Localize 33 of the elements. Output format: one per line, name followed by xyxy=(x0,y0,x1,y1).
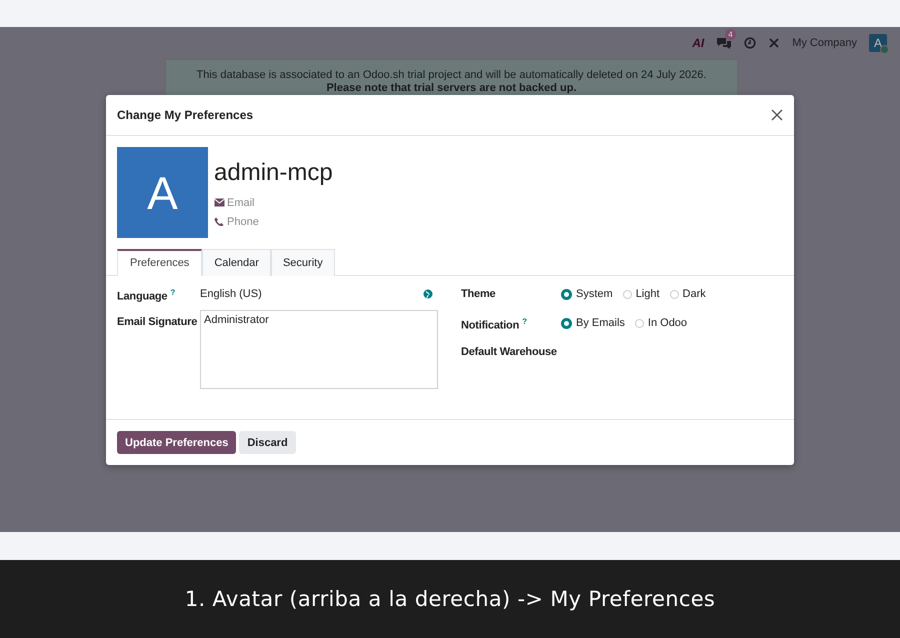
banner-text: This database is associated to an Odoo.sh trial project and will be automatically deleted on 24 July 2026. xyxy=(196,69,708,82)
field-label: Theme xyxy=(461,288,496,300)
radio-option[interactable]: System xyxy=(561,288,613,300)
discard-button[interactable]: Discard xyxy=(239,431,296,454)
field-label: Notification xyxy=(461,320,520,332)
chat-icon[interactable] xyxy=(716,36,732,50)
radio-option[interactable]: By Emails xyxy=(561,317,625,329)
field-label: Language xyxy=(117,290,168,303)
signature-field[interactable]: Administrator xyxy=(200,310,438,389)
status-dot xyxy=(880,45,889,54)
caption-text: 1. Avatar (arriba a la derecha) -> My Preferences xyxy=(184,587,716,611)
dialog-title: Change My Preferences xyxy=(117,108,254,122)
phone-icon xyxy=(214,217,225,226)
notification-badge: 4 xyxy=(725,29,736,40)
envelope-icon xyxy=(214,198,225,207)
radio-option[interactable]: In Odoo xyxy=(634,317,688,329)
user-avatar[interactable]: A xyxy=(117,147,208,238)
language-select[interactable]: English (US) xyxy=(200,288,262,300)
tab[interactable]: Preferences xyxy=(117,249,202,276)
close-button[interactable] xyxy=(770,108,784,122)
tab[interactable]: Security xyxy=(270,249,335,276)
tab[interactable]: Calendar xyxy=(202,249,271,276)
help-tooltip[interactable]: ? xyxy=(170,288,176,297)
update-button[interactable]: Update Preferences xyxy=(117,431,236,454)
user-name: admin-mcp xyxy=(214,159,334,187)
field-label: Email Signature xyxy=(117,316,198,328)
radio-option[interactable]: Dark xyxy=(670,288,706,300)
radio-option[interactable]: Light xyxy=(622,288,660,300)
clock-icon[interactable] xyxy=(744,37,756,49)
field-label: Default Warehouse xyxy=(461,346,557,358)
help-tooltip[interactable]: ? xyxy=(522,317,527,326)
user-avatar[interactable]: A xyxy=(869,34,887,52)
banner-text: Please note that trial servers are not backed up. xyxy=(325,82,578,95)
